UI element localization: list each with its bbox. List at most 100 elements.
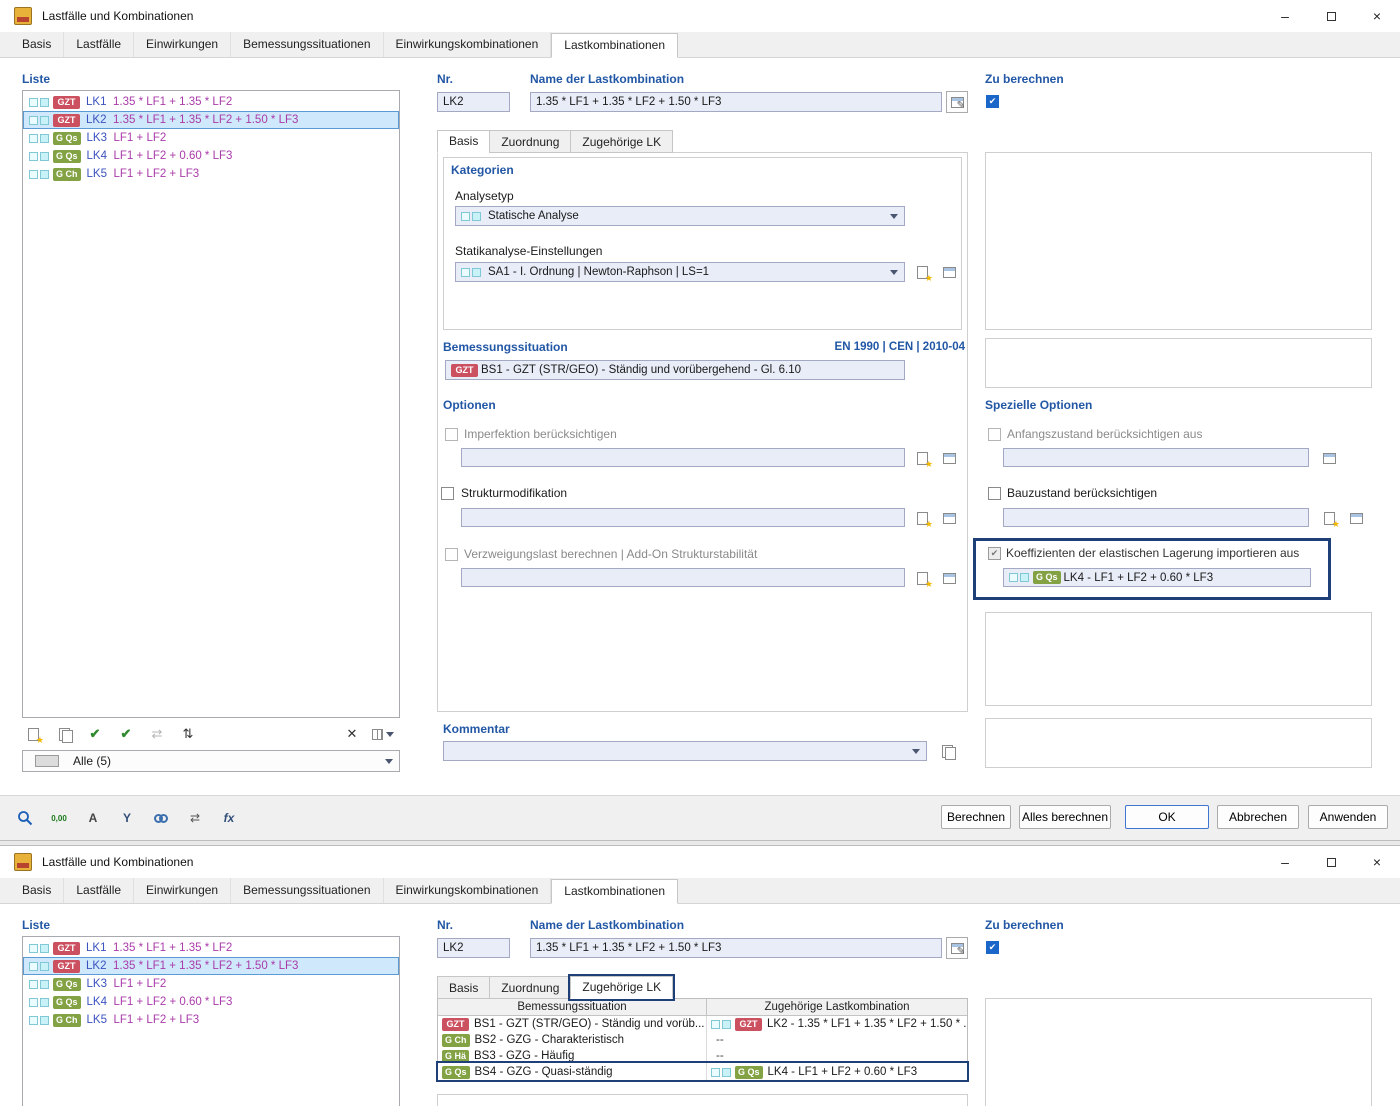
statikanalyse-select[interactable]: SA1 - I. Ordnung | Newton-Raphson | LS=1 [455, 262, 905, 282]
list-item-lk1[interactable]: GZT LK1 1.35 * LF1 + 1.35 * LF2 [23, 93, 399, 111]
list-item-lk4[interactable]: G Qs LK4 LF1 + LF2 + 0.60 * LF3 [23, 147, 399, 165]
units-icon[interactable]: A [80, 806, 106, 830]
delete-icon[interactable]: ✕ [341, 724, 363, 744]
rename-button[interactable]: ✎ [946, 937, 968, 959]
col-header-bemessungssituation[interactable]: Bemessungssituation [438, 999, 707, 1015]
berechnen-button[interactable]: Berechnen [941, 805, 1011, 829]
list-item-lk3[interactable]: G Qs LK3 LF1 + LF2 [23, 129, 399, 147]
search-icon[interactable] [12, 806, 38, 830]
strukturmodifikation-input[interactable] [461, 508, 905, 527]
table-row-bs4[interactable]: G Qs BS4 - GZG - Quasi-ständig G Qs LK4 - … [438, 1064, 967, 1080]
copy-combination-icon[interactable] [53, 724, 75, 744]
tab-bemessungssituationen[interactable]: Bemessungssituationen [231, 878, 384, 903]
kommentar-select[interactable] [443, 741, 927, 761]
detail-tab-zugehoerige-lk[interactable]: Zugehörige LK [570, 130, 674, 153]
table-row-bs3[interactable]: G Hä BS3 - GZG - Häufig -- [438, 1048, 967, 1064]
close-button[interactable]: × [1354, 846, 1400, 878]
check-all-icon[interactable]: ✔ [115, 724, 137, 744]
list-item-lk1[interactable]: GZT LK1 1.35 * LF1 + 1.35 * LF2 [23, 939, 399, 957]
sort-icon[interactable]: ⇅ [177, 724, 199, 744]
detail-tab-zugehoerige-lk[interactable]: Zugehörige LK [570, 976, 674, 999]
ok-button[interactable]: OK [1125, 805, 1209, 829]
new-verzweigungslast-button[interactable]: ★ [911, 568, 933, 589]
koeffizienten-checkbox[interactable]: ✔ [988, 547, 1001, 560]
new-analysis-settings-button[interactable]: ★ [911, 262, 933, 283]
tab-lastfaelle[interactable]: Lastfälle [64, 878, 135, 903]
tab-einwirkungen[interactable]: Einwirkungen [134, 32, 232, 57]
renumber-icon[interactable]: ⇄ [146, 724, 168, 744]
table-row-bs1[interactable]: GZT BS1 - GZT (STR/GEO) - Ständig und vor… [438, 1016, 967, 1032]
calc-checkbox[interactable]: ✔ [986, 95, 999, 108]
imperfektion-checkbox[interactable] [445, 428, 458, 441]
list-item-lk3[interactable]: G Qs LK3 LF1 + LF2 [23, 975, 399, 993]
link-icon[interactable] [148, 806, 174, 830]
tab-lastfaelle[interactable]: Lastfälle [64, 32, 135, 57]
imperfektion-input[interactable] [461, 448, 905, 467]
minimize-button[interactable]: – [1262, 0, 1308, 32]
bauzustand-checkbox[interactable] [988, 487, 1001, 500]
load-combinations-dialog: Lastfälle und Kombinationen – × Basis La… [0, 0, 1400, 841]
list-item-lk5[interactable]: G Ch LK5 LF1 + LF2 + LF3 [23, 1011, 399, 1029]
decimal-places-icon[interactable]: 0,00 [46, 806, 72, 830]
col-header-zugehoerige-lastkombination[interactable]: Zugehörige Lastkombination [707, 999, 967, 1015]
title-bar[interactable]: Lastfälle und Kombinationen – × [0, 846, 1400, 878]
tab-lastkombinationen[interactable]: Lastkombinationen [551, 33, 678, 58]
list-filter-dropdown[interactable]: Alle (5) [22, 750, 400, 772]
formula-icon[interactable]: fx [216, 806, 242, 830]
maximize-button[interactable] [1308, 846, 1354, 878]
alles-berechnen-button[interactable]: Alles berechnen [1019, 805, 1111, 829]
rename-button[interactable]: ✎ [946, 91, 968, 113]
detail-tab-zuordnung[interactable]: Zuordnung [489, 976, 571, 999]
title-bar[interactable]: Lastfälle und Kombinationen – × [0, 0, 1400, 32]
new-bauzustand-button[interactable]: ★ [1318, 508, 1340, 529]
tab-einwirkungskombinationen[interactable]: Einwirkungskombinationen [384, 32, 552, 57]
tab-basis[interactable]: Basis [10, 878, 65, 903]
detail-tab-basis[interactable]: Basis [437, 130, 490, 153]
anwenden-button[interactable]: Anwenden [1308, 805, 1388, 829]
minimize-button[interactable]: – [1262, 846, 1308, 878]
new-imperfektion-button[interactable]: ★ [911, 448, 933, 469]
new-combination-icon[interactable]: ★ [22, 724, 44, 745]
edit-verzweigungslast-button[interactable] [938, 568, 960, 588]
tab-einwirkungskombinationen[interactable]: Einwirkungskombinationen [384, 878, 552, 903]
abbrechen-button[interactable]: Abbrechen [1217, 805, 1299, 829]
list-item-lk2-selected[interactable]: GZT LK2 1.35 * LF1 + 1.35 * LF2 + 1.50 *… [23, 111, 399, 129]
strukturmodifikation-checkbox[interactable] [441, 487, 454, 500]
list-item-lk2-selected[interactable]: GZT LK2 1.35 * LF1 + 1.35 * LF2 + 1.50 *… [23, 957, 399, 975]
name-input[interactable]: 1.35 * LF1 + 1.35 * LF2 + 1.50 * LF3 [530, 92, 942, 112]
tab-lastkombinationen[interactable]: Lastkombinationen [551, 879, 678, 904]
table-row-bs2[interactable]: G Ch BS2 - GZG - Charakteristisch -- [438, 1032, 967, 1048]
close-button[interactable]: × [1354, 0, 1400, 32]
maximize-button[interactable] [1308, 0, 1354, 32]
nr-input[interactable]: LK2 [437, 92, 510, 112]
verzweigungslast-input[interactable] [461, 568, 905, 587]
edit-anfangszustand-button[interactable] [1318, 448, 1340, 468]
list-item-lk4[interactable]: G Qs LK4 LF1 + LF2 + 0.60 * LF3 [23, 993, 399, 1011]
edit-imperfektion-button[interactable] [938, 448, 960, 468]
koeffizienten-field[interactable]: G Qs LK4 - LF1 + LF2 + 0.60 * LF3 [1003, 568, 1311, 587]
tab-einwirkungen[interactable]: Einwirkungen [134, 878, 232, 903]
edit-strukturmodifikation-button[interactable] [938, 508, 960, 528]
anfangszustand-checkbox[interactable] [988, 428, 1001, 441]
detail-tab-zuordnung[interactable]: Zuordnung [489, 130, 571, 153]
verzweigungslast-checkbox[interactable] [445, 548, 458, 561]
detail-tab-basis[interactable]: Basis [437, 976, 490, 999]
edit-analysis-settings-button[interactable] [938, 262, 960, 282]
edit-bauzustand-button[interactable] [1345, 508, 1367, 528]
relations-icon[interactable]: ⇄ [182, 806, 208, 830]
name-input[interactable]: 1.35 * LF1 + 1.35 * LF2 + 1.50 * LF3 [530, 938, 942, 958]
tree-filter-icon[interactable]: Y [114, 806, 140, 830]
anfangszustand-input[interactable] [1003, 448, 1309, 467]
tab-bemessungssituationen[interactable]: Bemessungssituationen [231, 32, 384, 57]
analysetyp-select[interactable]: Statische Analyse [455, 206, 905, 226]
new-strukturmodifikation-button[interactable]: ★ [911, 508, 933, 529]
check-edit-icon[interactable]: ✔ [84, 724, 106, 744]
bemessungssituation-field[interactable]: GZT BS1 - GZT (STR/GEO) - Ständig und vo… [445, 360, 905, 380]
nr-input[interactable]: LK2 [437, 938, 510, 958]
bauzustand-input[interactable] [1003, 508, 1309, 527]
copy-kommentar-button[interactable] [936, 741, 958, 761]
calc-checkbox[interactable]: ✔ [986, 941, 999, 954]
list-item-lk5[interactable]: G Ch LK5 LF1 + LF2 + LF3 [23, 165, 399, 183]
columns-icon[interactable] [372, 724, 394, 744]
tab-basis[interactable]: Basis [10, 32, 65, 57]
